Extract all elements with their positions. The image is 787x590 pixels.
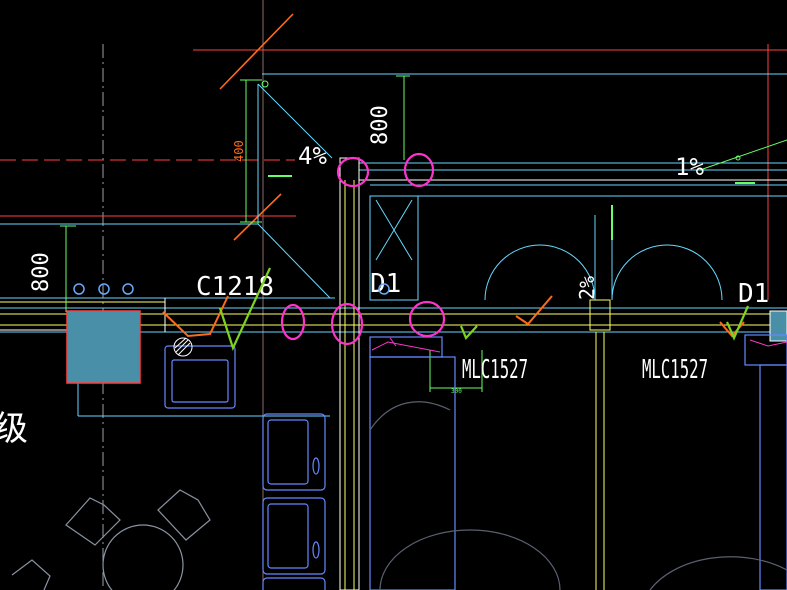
left-edge-glyph: 级 (0, 409, 28, 449)
door-mlc-right-label: MLC1527 (642, 355, 708, 385)
column-block-right (769, 310, 787, 342)
slope-2-label: 2% (575, 276, 599, 300)
column-block (66, 310, 141, 384)
door-d1-right-label: D1 (738, 279, 769, 309)
dim-small-label: 300 (451, 388, 462, 395)
dim-800-left-label: 800 (29, 252, 54, 292)
dim-400-label: 400 (232, 140, 246, 162)
slope-1-label: 1% (675, 153, 704, 181)
slope-4-label: 4% (298, 142, 327, 170)
dim-800-top-label: 800 (368, 105, 393, 145)
cad-drawing: 800 800 400 300 4% 1% 2% C1218 D1 D1 MLC… (0, 0, 787, 590)
door-mlc-left-label: MLC1527 (462, 355, 528, 385)
